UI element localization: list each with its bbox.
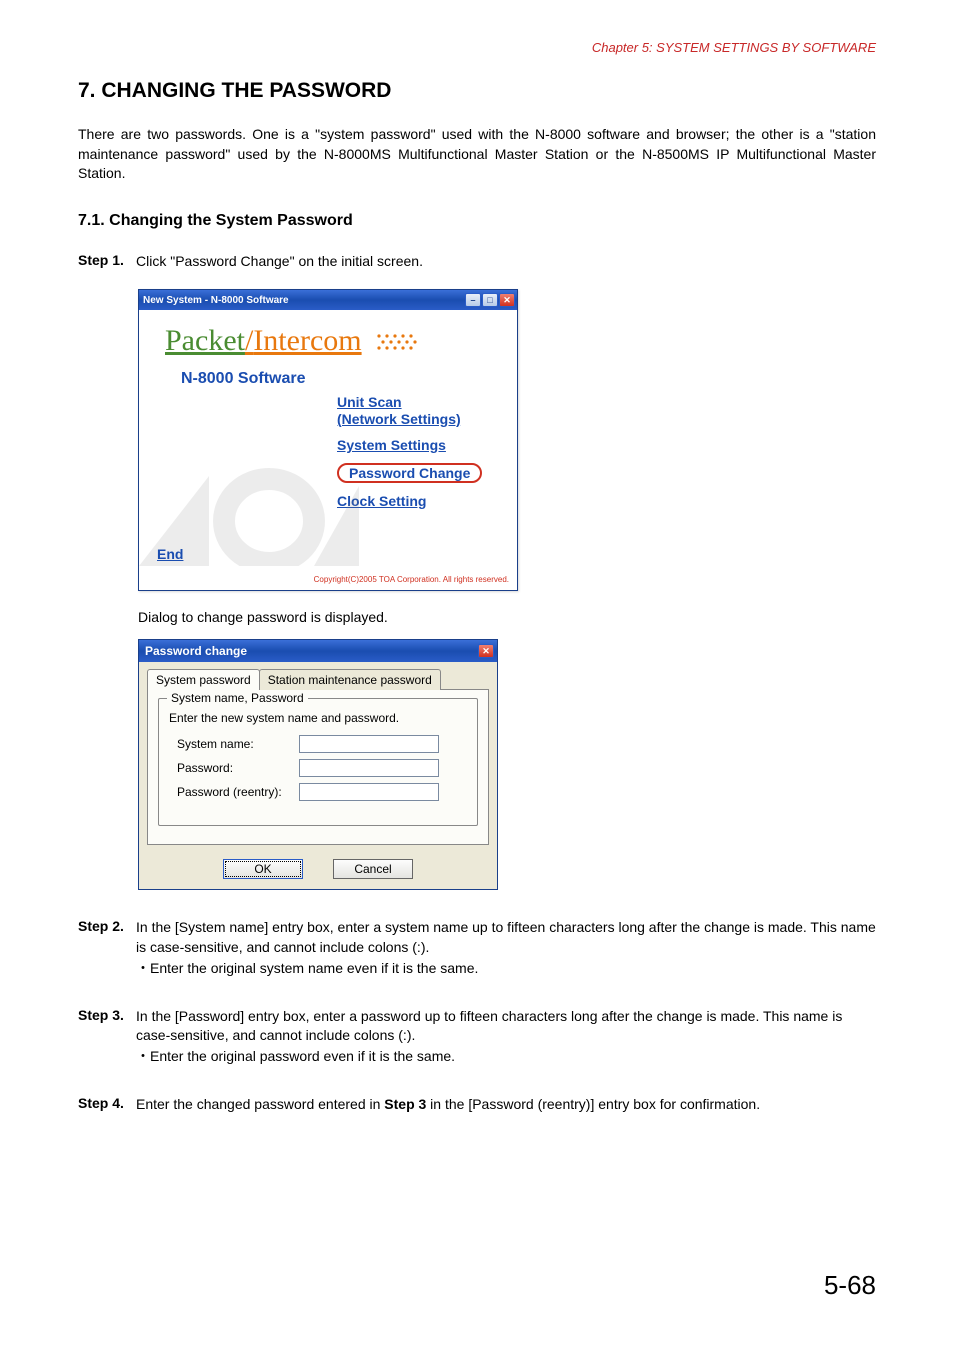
- step-1: Step 1. Click "Password Change" on the i…: [78, 252, 876, 891]
- step-text: Enter the changed password entered in St…: [136, 1095, 876, 1115]
- menu-link-label: Unit Scan: [337, 394, 402, 410]
- dialog-caption: Dialog to change password is displayed.: [138, 609, 876, 625]
- step-label: Step 4.: [78, 1095, 136, 1115]
- cancel-button[interactable]: Cancel: [333, 859, 413, 879]
- password-reentry-label: Password (reentry):: [169, 785, 299, 799]
- close-button[interactable]: ✕: [478, 644, 494, 658]
- close-button[interactable]: ✕: [499, 293, 515, 307]
- end-link[interactable]: End: [157, 546, 183, 562]
- step-label: Step 3.: [78, 1007, 136, 1067]
- step-label: Step 2.: [78, 918, 136, 978]
- step-text: In the [Password] entry box, enter a pas…: [136, 1007, 876, 1046]
- group-title: System name, Password: [167, 691, 308, 705]
- menu-unit-scan[interactable]: Unit Scan (Network Settings): [337, 394, 499, 426]
- section-title: 7. CHANGING THE PASSWORD: [78, 79, 876, 103]
- system-name-password-group: System name, Password Enter the new syst…: [158, 698, 478, 826]
- system-name-label: System name:: [169, 737, 299, 751]
- step-bullet: ・Enter the original system name even if …: [136, 958, 876, 979]
- window-title: New System - N-8000 Software: [143, 295, 465, 306]
- subsection-title: 7.1. Changing the System Password: [78, 212, 876, 230]
- dialog-titlebar: Password change ✕: [139, 640, 497, 662]
- system-name-input[interactable]: [299, 735, 439, 753]
- step-text: In the [System name] entry box, enter a …: [136, 918, 876, 957]
- copyright-text: Copyright(C)2005 TOA Corporation. All ri…: [314, 575, 509, 584]
- dialog-title: Password change: [145, 644, 478, 658]
- menu-clock-setting[interactable]: Clock Setting: [337, 493, 499, 509]
- tab-panel: System name, Password Enter the new syst…: [147, 689, 489, 845]
- password-reentry-input[interactable]: [299, 783, 439, 801]
- n8000-software-window: New System - N-8000 Software – □ ✕ Packe: [138, 289, 518, 591]
- password-label: Password:: [169, 761, 299, 775]
- step-bullet: ・Enter the original password even if it …: [136, 1046, 876, 1067]
- logo-text-packet: Packet: [165, 324, 245, 357]
- menu-system-settings[interactable]: System Settings: [337, 437, 499, 453]
- step-body: Click "Password Change" on the initial s…: [136, 252, 876, 272]
- step-3: Step 3. In the [Password] entry box, ent…: [78, 1007, 876, 1067]
- menu-password-change[interactable]: Password Change: [337, 463, 499, 483]
- minimize-button[interactable]: –: [465, 293, 481, 307]
- logo-text-intercom: /Intercom: [245, 324, 362, 357]
- password-input[interactable]: [299, 759, 439, 777]
- password-change-dialog: Password change ✕ System password Statio…: [138, 639, 498, 890]
- tab-station-maintenance-password[interactable]: Station maintenance password: [259, 669, 441, 690]
- intro-paragraph: There are two passwords. One is a "syste…: [78, 125, 876, 184]
- dots-icon: [375, 326, 419, 360]
- step-4: Step 4. Enter the changed password enter…: [78, 1095, 876, 1115]
- group-instruction: Enter the new system name and password.: [169, 711, 467, 725]
- step-label: Step 1.: [78, 252, 136, 272]
- page-number: 5-68: [824, 1270, 876, 1301]
- tab-system-password[interactable]: System password: [147, 669, 260, 690]
- software-label: N-8000 Software: [157, 370, 499, 388]
- step-2: Step 2. In the [System name] entry box, …: [78, 918, 876, 978]
- maximize-button[interactable]: □: [482, 293, 498, 307]
- window-titlebar: New System - N-8000 Software – □ ✕: [139, 290, 517, 310]
- chapter-header: Chapter 5: SYSTEM SETTINGS BY SOFTWARE: [78, 40, 876, 55]
- menu-link-sublabel: (Network Settings): [337, 411, 461, 427]
- packet-intercom-logo: Packet/Intercom: [157, 324, 499, 360]
- ok-button[interactable]: OK: [223, 859, 303, 879]
